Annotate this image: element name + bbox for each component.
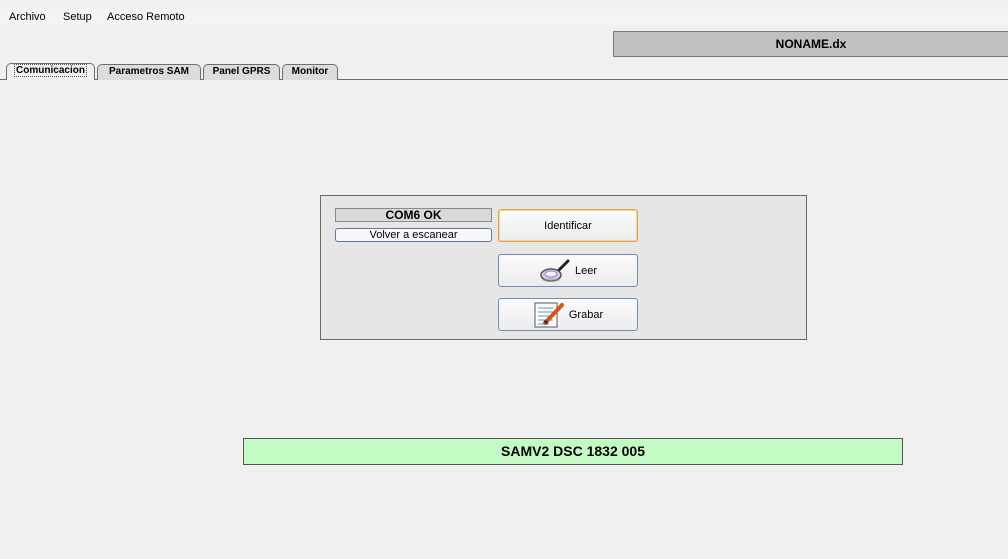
magnifier-icon — [539, 258, 571, 284]
menu-archivo-label: Archivo — [9, 11, 46, 23]
notepad-pencil-icon — [533, 301, 565, 329]
tab-parametros-sam[interactable]: Parametros SAM — [97, 64, 201, 80]
menu-setup-label: Setup — [63, 11, 92, 23]
tab-panel-gprs-label: Panel GPRS — [212, 66, 271, 77]
menu-setup[interactable]: Setup — [63, 11, 92, 23]
identify-button-label: Identificar — [544, 219, 592, 232]
read-button[interactable]: Leer — [498, 254, 638, 287]
device-id-display: SAMV2 DSC 1832 005 — [243, 438, 903, 465]
write-button[interactable]: Grabar — [498, 298, 638, 331]
identify-button[interactable]: Identificar — [498, 209, 638, 242]
write-button-label: Grabar — [568, 308, 604, 321]
filename-display: NONAME.dx — [613, 31, 1008, 57]
rescan-button[interactable]: Volver a escanear — [335, 228, 492, 242]
tab-comunicacion[interactable]: Comunicacion — [6, 63, 95, 80]
tab-monitor-label: Monitor — [291, 66, 329, 77]
menu-acceso-remoto-label: Acceso Remoto — [107, 11, 185, 23]
port-status-label: COM6 OK — [335, 208, 492, 222]
tab-monitor[interactable]: Monitor — [282, 64, 338, 80]
rescan-button-label: Volver a escanear — [369, 229, 458, 241]
tab-comunicacion-label: Comunicacion — [14, 64, 87, 77]
read-button-label: Leer — [574, 264, 598, 277]
tab-panel-gprs[interactable]: Panel GPRS — [203, 64, 280, 80]
tab-parametros-sam-label: Parametros SAM — [108, 66, 190, 77]
menu-acceso-remoto[interactable]: Acceso Remoto — [107, 11, 185, 23]
menu-archivo[interactable]: Archivo — [9, 11, 46, 23]
menu-bar: Archivo Setup Acceso Remoto — [0, 9, 1008, 25]
